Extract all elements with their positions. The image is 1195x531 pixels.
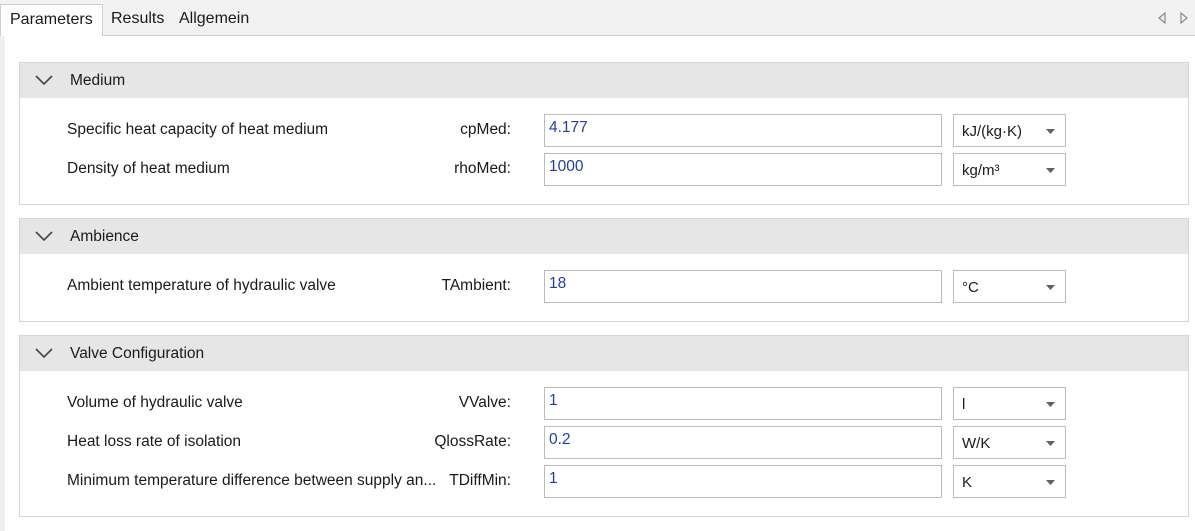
param-variable: TDiffMin: (449, 472, 511, 489)
unit-selected-value: K (962, 474, 973, 491)
unit-select[interactable]: W/K (953, 426, 1066, 459)
param-value-input[interactable]: 18 (544, 270, 942, 303)
tab-bar: Parameters Results Allgemein (0, 0, 1195, 37)
section-medium: Medium Specific heat capacity of heat me… (19, 62, 1189, 205)
tab-allgemein[interactable]: Allgemein (170, 4, 258, 36)
param-row-rhoMed: Density of heat medium rhoMed: 1000 kg/m… (20, 152, 1188, 186)
tab-scroll-arrows (1155, 10, 1191, 26)
unit-selected-value: kg/m³ (962, 162, 1000, 179)
chevron-down-icon (35, 348, 53, 359)
param-value-input[interactable]: 1 (544, 387, 942, 420)
unit-select[interactable]: l (953, 387, 1066, 420)
content-area: Medium Specific heat capacity of heat me… (0, 36, 1195, 531)
param-row-TAmbient: Ambient temperature of hydraulic valve T… (20, 269, 1188, 303)
unit-select[interactable]: °C (953, 270, 1066, 303)
param-variable: VValve: (458, 394, 511, 411)
unit-select[interactable]: kg/m³ (953, 153, 1066, 186)
caret-down-icon (1046, 168, 1055, 173)
unit-select[interactable]: K (953, 465, 1066, 498)
param-value-input[interactable]: 4.177 (544, 114, 942, 147)
section-ambience-header[interactable]: Ambience (20, 219, 1188, 254)
unit-selected-value: kJ/(kg·K) (962, 123, 1022, 140)
param-label: Minimum temperature difference between s… (67, 472, 437, 489)
tab-parameters[interactable]: Parameters (0, 4, 103, 37)
param-label: Ambient temperature of hydraulic valve (67, 277, 336, 294)
caret-down-icon (1046, 402, 1055, 407)
tab-scroll-right-button[interactable] (1177, 10, 1191, 26)
triangle-left-icon (1158, 12, 1166, 24)
param-value-input[interactable]: 0.2 (544, 426, 942, 459)
param-row-cpMed: Specific heat capacity of heat medium cp… (20, 113, 1188, 147)
param-label: Volume of hydraulic valve (67, 394, 243, 411)
tab-scroll-left-button[interactable] (1155, 10, 1169, 26)
section-valve-configuration: Valve Configuration Volume of hydraulic … (19, 335, 1189, 517)
chevron-down-icon (35, 231, 53, 242)
unit-select[interactable]: kJ/(kg·K) (953, 114, 1066, 147)
triangle-right-icon (1180, 12, 1188, 24)
caret-down-icon (1046, 441, 1055, 446)
param-row-TDiffMin: Minimum temperature difference between s… (20, 464, 1188, 498)
unit-selected-value: l (962, 396, 966, 413)
section-valve-configuration-header[interactable]: Valve Configuration (20, 336, 1188, 371)
param-label: Density of heat medium (67, 160, 230, 177)
caret-down-icon (1046, 480, 1055, 485)
param-row-QlossRate: Heat loss rate of isolation QlossRate: 0… (20, 425, 1188, 459)
param-value-input[interactable]: 1000 (544, 153, 942, 186)
param-row-VValve: Volume of hydraulic valve VValve: 1 l (20, 386, 1188, 420)
param-variable: TAmbient: (441, 277, 512, 294)
param-variable: cpMed: (460, 121, 511, 138)
unit-selected-value: W/K (962, 435, 991, 452)
param-value-input[interactable]: 1 (544, 465, 942, 498)
param-variable: rhoMed: (454, 160, 511, 177)
section-title: Valve Configuration (70, 345, 205, 362)
section-ambience: Ambience Ambient temperature of hydrauli… (19, 218, 1189, 322)
caret-down-icon (1046, 129, 1055, 134)
chevron-down-icon (35, 75, 53, 86)
parameters-panel: Medium Specific heat capacity of heat me… (5, 36, 1195, 531)
section-title: Ambience (70, 228, 139, 245)
section-medium-header[interactable]: Medium (20, 63, 1188, 98)
unit-selected-value: °C (962, 279, 979, 296)
caret-down-icon (1046, 285, 1055, 290)
param-label: Heat loss rate of isolation (67, 433, 242, 450)
param-variable: QlossRate: (434, 433, 511, 450)
tab-results[interactable]: Results (102, 4, 173, 36)
section-title: Medium (70, 72, 126, 89)
param-label: Specific heat capacity of heat medium (67, 121, 329, 138)
